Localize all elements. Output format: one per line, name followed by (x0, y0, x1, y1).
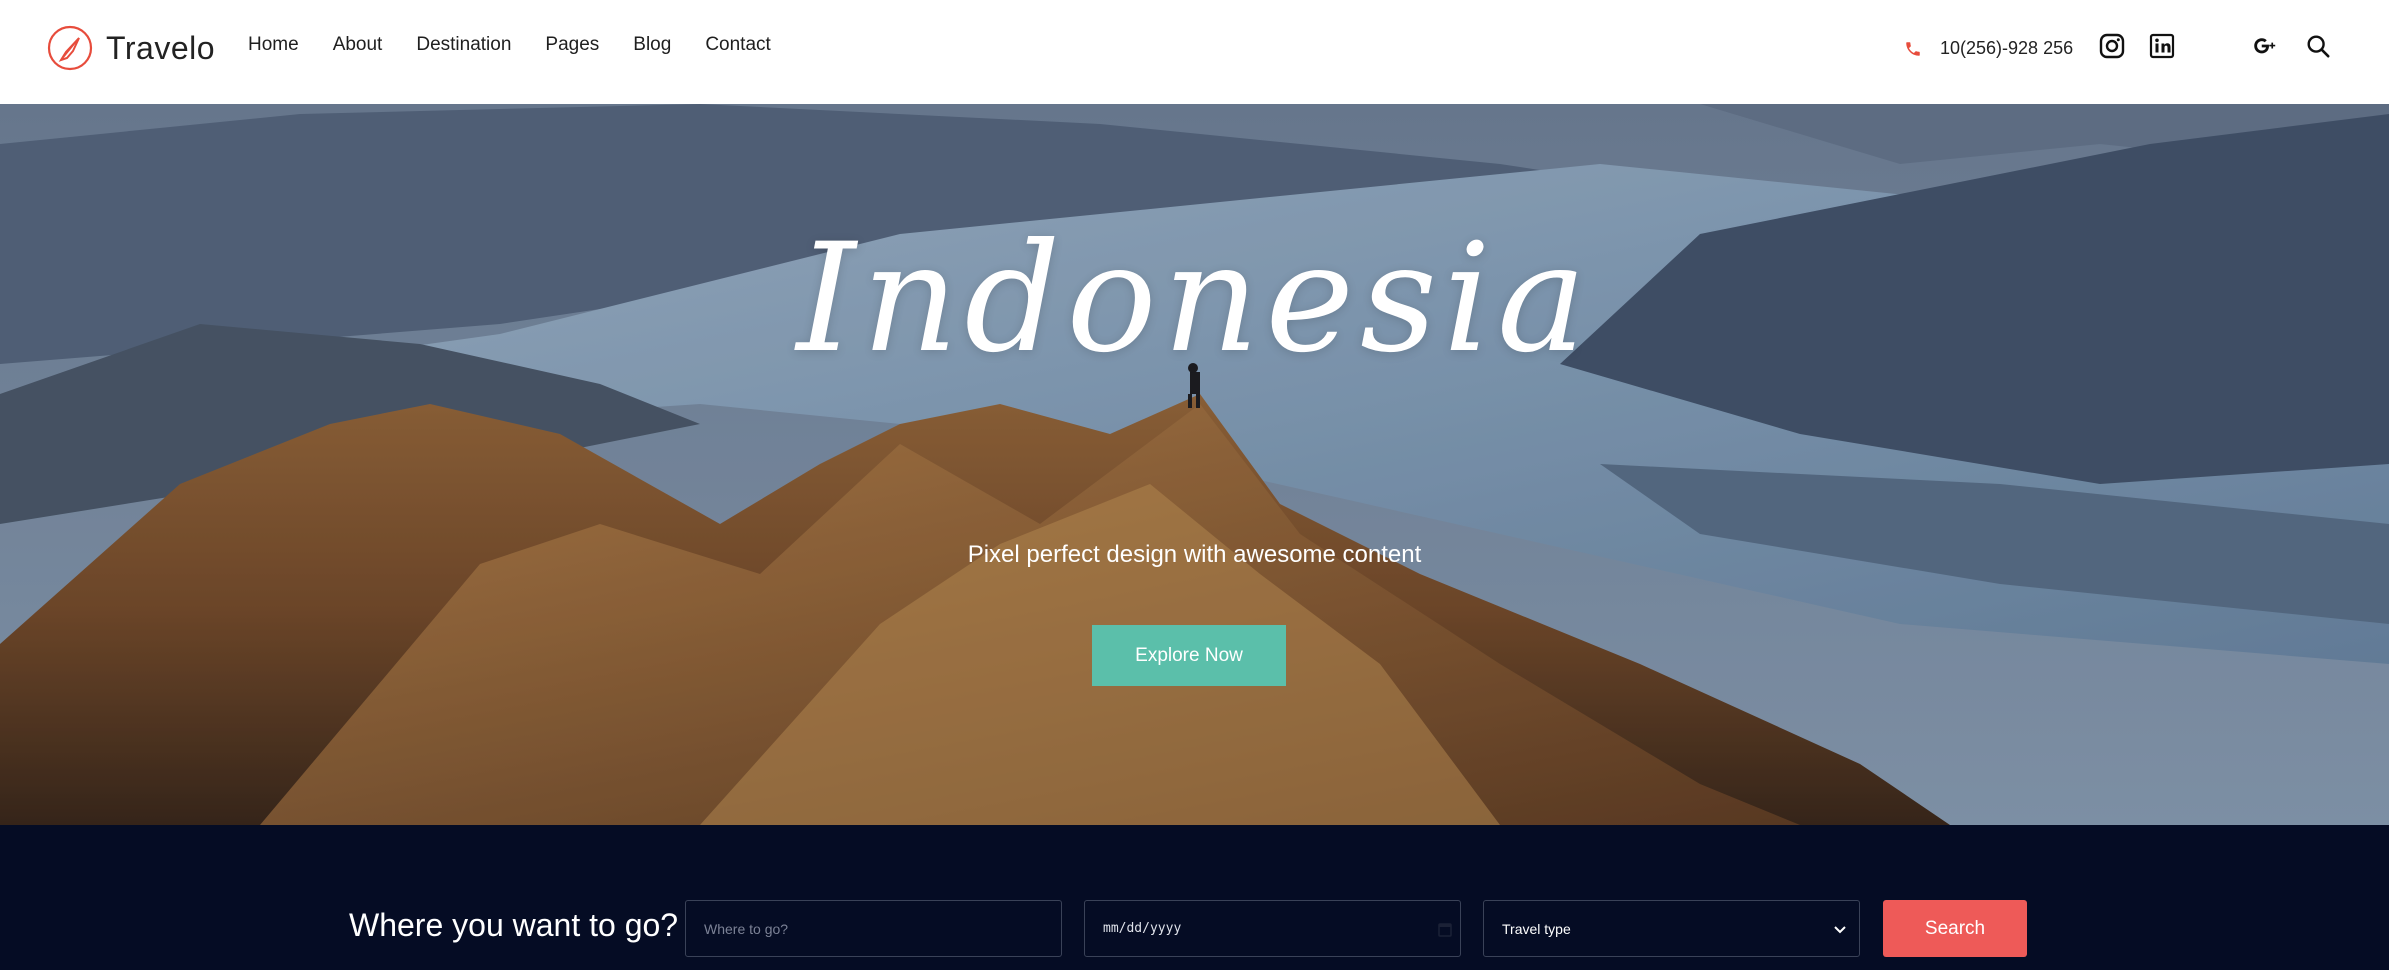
nav-item-about[interactable]: About (333, 34, 383, 56)
date-input[interactable]: mm/dd/yyyy (1084, 900, 1461, 957)
linkedin-icon[interactable] (2148, 32, 2176, 60)
destination-input[interactable]: Where to go? (685, 900, 1062, 957)
search-button[interactable]: Search (1883, 900, 2027, 957)
google-plus-icon[interactable] (2252, 32, 2278, 60)
main-nav: Home About Destination Pages Blog Contac… (248, 34, 805, 56)
nav-item-blog[interactable]: Blog (633, 34, 671, 56)
calendar-icon[interactable] (1438, 921, 1452, 937)
nav-item-destination[interactable]: Destination (416, 34, 511, 56)
phone-contact[interactable]: 10(256)-928 256 (1904, 38, 2073, 59)
explore-now-button[interactable]: Explore Now (1092, 625, 1286, 686)
hero-subtitle: Pixel perfect design with awesome conten… (967, 541, 1422, 568)
date-placeholder: mm/dd/yyyy (1103, 921, 1182, 936)
hero-banner: Indonesia Pixel perfect design with awes… (0, 104, 2389, 825)
logo[interactable]: Travelo (46, 24, 215, 72)
search-heading: Where you want to go? (349, 907, 679, 943)
hero-title: Indonesia (796, 212, 1593, 386)
instagram-icon[interactable] (2098, 32, 2126, 60)
brand-name: Travelo (106, 29, 216, 66)
chevron-down-icon (1834, 926, 1846, 934)
phone-number: 10(256)-928 256 (1940, 38, 2074, 58)
phone-icon (1906, 41, 1920, 56)
search-icon[interactable] (2305, 32, 2331, 60)
nav-item-pages[interactable]: Pages (545, 34, 599, 56)
travel-type-select[interactable]: Travel type (1483, 900, 1860, 957)
nav-item-contact[interactable]: Contact (705, 34, 770, 56)
travel-type-value: Travel type (1502, 920, 1571, 937)
destination-placeholder: Where to go? (704, 920, 789, 937)
nav-item-home[interactable]: Home (248, 34, 299, 56)
search-band: Where you want to go? Where to go? mm/dd… (0, 825, 2389, 970)
site-header: Travelo Home About Destination Pages Blo… (0, 0, 2389, 104)
compass-icon (47, 25, 93, 71)
